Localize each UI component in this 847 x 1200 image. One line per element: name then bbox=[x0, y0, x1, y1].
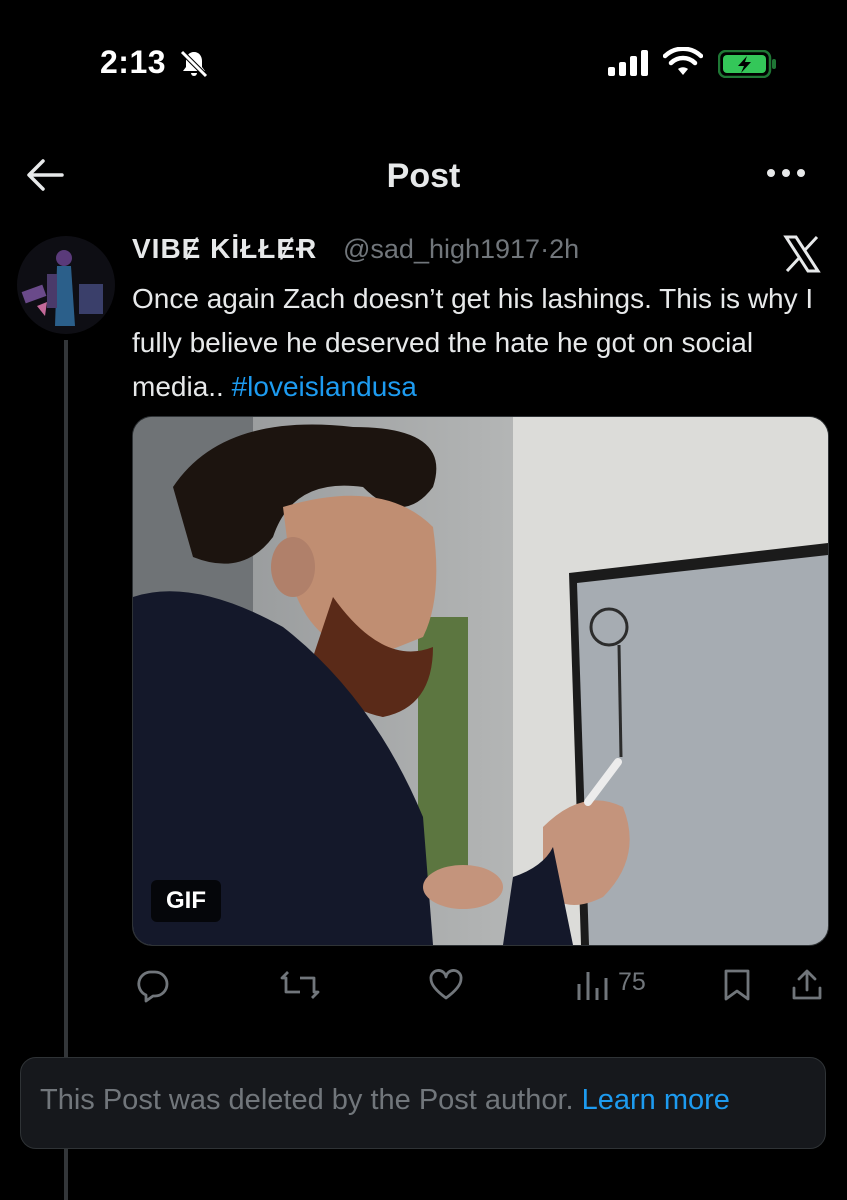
meta-separator: · bbox=[540, 234, 550, 264]
deleted-post-text: This Post was deleted by the Post author… bbox=[40, 1084, 730, 1117]
learn-more-link[interactable]: Learn more bbox=[582, 1084, 730, 1116]
status-time: 2:13 bbox=[100, 44, 167, 80]
retweet-icon[interactable] bbox=[280, 965, 320, 1005]
views-count: 75 bbox=[618, 968, 646, 996]
signal-icon bbox=[608, 50, 648, 76]
share-icon[interactable] bbox=[790, 965, 824, 1005]
author-meta: @sad_high1917·2h bbox=[343, 234, 579, 265]
reply-icon[interactable] bbox=[136, 965, 170, 1005]
deleted-message: This Post was deleted by the Post author… bbox=[40, 1084, 582, 1116]
hashtag-link[interactable]: #loveislandusa bbox=[232, 371, 417, 402]
post-text: Once again Zach doesn’t get his lashings… bbox=[132, 277, 832, 409]
bookmark-icon[interactable] bbox=[722, 965, 752, 1005]
author-display-name[interactable]: VIBɆ KİŁŁɆɌ bbox=[132, 233, 317, 265]
gif-frame bbox=[133, 417, 828, 945]
heart-icon[interactable] bbox=[428, 965, 464, 1005]
author-handle[interactable]: @sad_high1917 bbox=[343, 234, 540, 264]
avatar-image bbox=[17, 236, 115, 334]
battery-charging-icon bbox=[718, 50, 776, 78]
bell-slash-icon bbox=[180, 50, 208, 78]
gif-badge: GIF bbox=[151, 880, 221, 922]
avatar[interactable] bbox=[17, 236, 115, 334]
post-media-gif[interactable] bbox=[132, 416, 829, 946]
views-icon[interactable] bbox=[576, 965, 610, 1005]
x-logo-icon bbox=[783, 235, 821, 273]
post-time[interactable]: 2h bbox=[549, 234, 579, 264]
more-horizontal-icon[interactable] bbox=[764, 160, 808, 186]
page-title: Post bbox=[386, 157, 461, 195]
wifi-icon bbox=[663, 47, 703, 75]
